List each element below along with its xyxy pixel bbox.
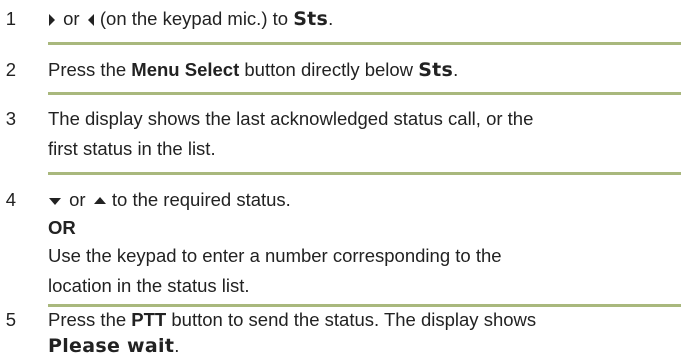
step-1-end: . [328, 8, 334, 29]
step-5-text-before: Press the [48, 309, 132, 330]
step-1-text: (on the keypad mic.) to [94, 8, 294, 29]
step-1: 1 or (on the keypad mic.) to Sts. [0, 6, 681, 32]
display-text-sts: Sts [293, 8, 329, 30]
right-arrow-icon [49, 14, 55, 27]
step-number: 5 [5, 309, 16, 330]
step-1-content: or (on the keypad mic.) to Sts. [48, 8, 334, 30]
step-4-first-line: or to the required status. [48, 187, 677, 213]
step-4: 4 or to the required status. OR Use the … [0, 187, 681, 299]
step-5-end: . [174, 335, 180, 356]
step-divider [48, 92, 681, 95]
step-2-content: Press the Menu Select button directly be… [48, 59, 459, 81]
up-arrow-icon [93, 197, 106, 205]
step-4-connector: or [64, 189, 91, 210]
down-arrow-icon [49, 198, 61, 206]
display-text-sts: Sts [418, 59, 454, 81]
step-3-line-2: first status in the list. [48, 138, 216, 159]
step-2-end: . [453, 59, 459, 80]
step-number: 3 [5, 108, 16, 129]
ptt-label: PTT [131, 309, 167, 330]
step-2-text-before: Press the [48, 59, 132, 80]
step-1-connector: or [58, 8, 85, 29]
step-number: 2 [5, 59, 16, 80]
step-divider [48, 172, 681, 175]
or-label: OR [48, 217, 76, 238]
menu-select-label: Menu Select [131, 59, 240, 80]
step-4-line-1: Use the keypad to enter a number corresp… [48, 245, 502, 266]
step-number: 4 [5, 189, 16, 210]
step-divider [48, 42, 681, 45]
step-3-line-1: The display shows the last acknowledged … [48, 108, 534, 129]
step-2: 2 Press the Menu Select button directly … [0, 57, 681, 83]
step-5-text-after: button to send the status. The display s… [166, 309, 537, 330]
step-number: 1 [5, 8, 16, 29]
step-3: 3 The display shows the last acknowledge… [0, 106, 681, 162]
step-5-line-2: Please wait. [48, 333, 677, 359]
step-5: 5 Press the PTT button to send the statu… [0, 307, 681, 359]
step-4-text: to the required status. [106, 189, 291, 210]
step-2-text-middle: button directly below [239, 59, 419, 80]
step-4-line-2: location in the status list. [48, 275, 250, 296]
step-5-line-1: Press the PTT button to send the status.… [48, 307, 677, 333]
display-text-please-wait: Please wait [48, 335, 175, 357]
left-arrow-icon [87, 14, 94, 27]
